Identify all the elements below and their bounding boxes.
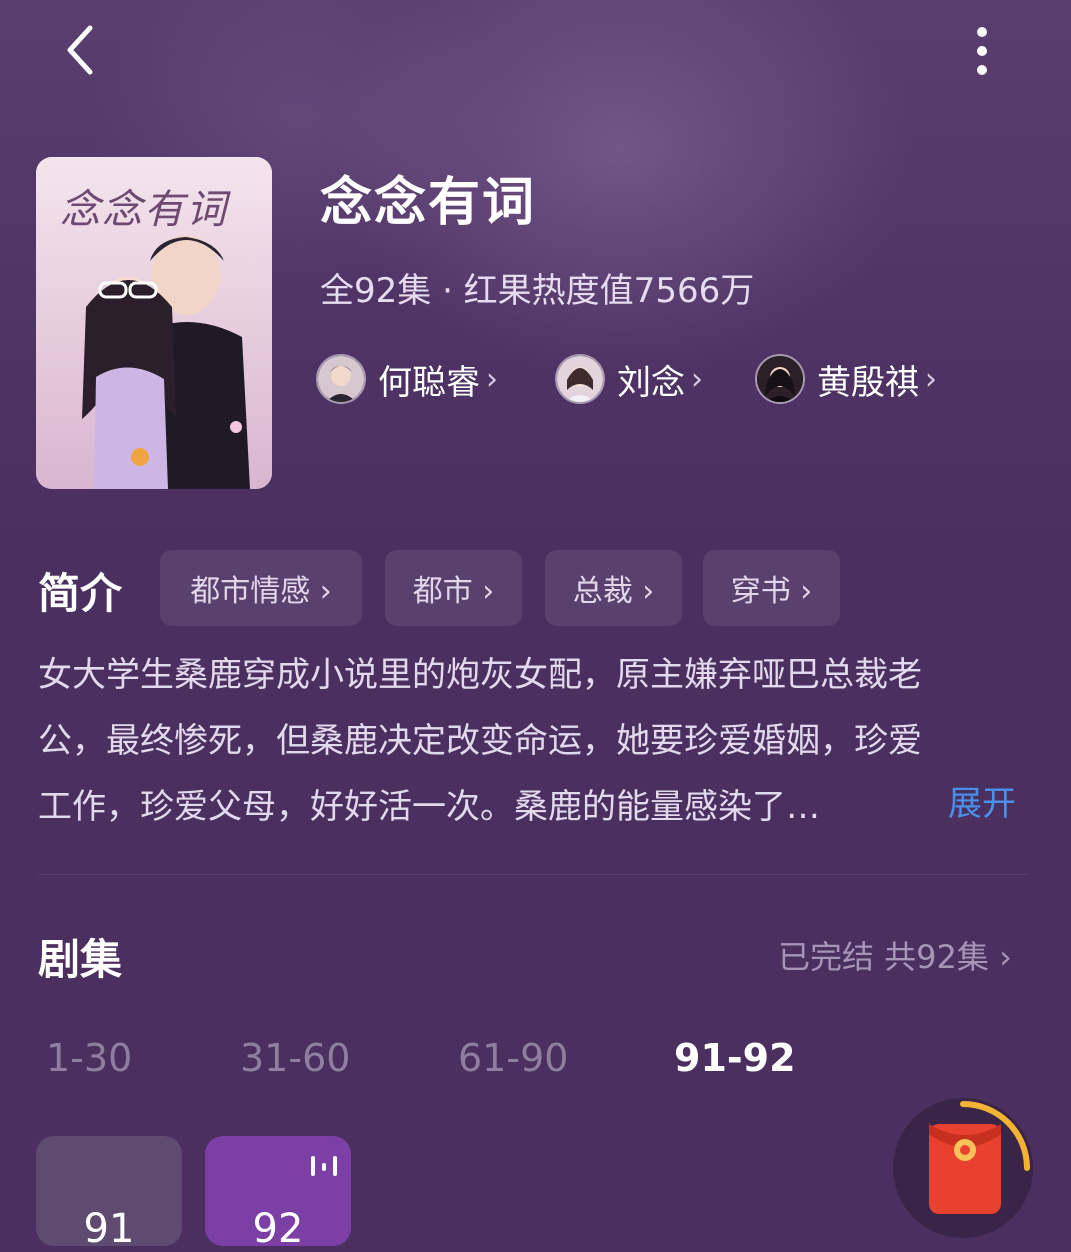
drama-poster[interactable]: 念念有词 xyxy=(36,157,272,489)
cast-member[interactable]: 黄殷祺 › xyxy=(755,352,937,406)
chevron-right-icon: › xyxy=(486,361,498,397)
cast-name: 刘念 xyxy=(617,362,685,403)
range-tab-active[interactable]: 91-92 xyxy=(674,1036,796,1080)
episode-number: 91 xyxy=(83,1206,135,1252)
cast-member[interactable]: 刘念 › xyxy=(555,352,703,406)
tag-chip[interactable]: 都市情感 › xyxy=(160,550,362,626)
avatar xyxy=(316,354,366,404)
intro-heading: 简介 xyxy=(38,569,123,618)
divider xyxy=(38,874,1028,875)
drama-meta: 全92集 · 红果热度值7566万 xyxy=(320,271,755,311)
more-button[interactable] xyxy=(962,22,1002,82)
range-tab[interactable]: 1-30 xyxy=(46,1036,132,1080)
cast-name: 何聪睿 xyxy=(378,362,480,403)
cast-name: 黄殷祺 xyxy=(817,362,919,403)
episodes-heading: 剧集 xyxy=(38,935,123,984)
chevron-right-icon: › xyxy=(691,361,703,397)
avatar xyxy=(755,354,805,404)
avatar xyxy=(555,354,605,404)
cast-member[interactable]: 何聪睿 › xyxy=(316,352,498,406)
chevron-right-icon: › xyxy=(925,361,937,397)
back-button[interactable] xyxy=(60,22,104,78)
range-tab[interactable]: 61-90 xyxy=(458,1036,568,1080)
episode-number: 92 xyxy=(252,1206,304,1252)
episode-card-playing[interactable]: 92 xyxy=(205,1136,351,1252)
audio-bars-icon xyxy=(311,1156,337,1176)
range-tab[interactable]: 31-60 xyxy=(240,1036,350,1080)
synopsis-line: 女大学生桑鹿穿成小说里的炮灰女配，原主嫌弃哑巴总裁老 xyxy=(38,655,922,695)
red-envelope-button[interactable] xyxy=(893,1098,1033,1238)
episode-status-link[interactable]: 已完结 共92集 › xyxy=(778,932,1012,978)
more-vertical-icon xyxy=(977,27,987,75)
synopsis: 女大学生桑鹿穿成小说里的炮灰女配，原主嫌弃哑巴总裁老 公，最终惨死，但桑鹿决定改… xyxy=(38,642,1028,840)
episode-card[interactable]: 91 xyxy=(36,1136,182,1252)
tag-chip[interactable]: 总裁 › xyxy=(545,550,682,626)
tag-chip[interactable]: 都市 › xyxy=(385,550,522,626)
poster-title: 念念有词 xyxy=(60,187,228,233)
synopsis-line: 公，最终惨死，但桑鹿决定改变命运，她要珍爱婚姻，珍爱 xyxy=(38,721,922,761)
synopsis-line: 工作，珍爱父母，好好活一次。桑鹿的能量感染了… xyxy=(38,787,820,827)
drama-title: 念念有词 xyxy=(320,173,537,233)
expand-link[interactable]: 展开 xyxy=(948,776,1016,825)
tag-chip[interactable]: 穿书 › xyxy=(703,550,840,626)
chevron-left-icon xyxy=(67,25,93,75)
red-envelope-icon xyxy=(929,1101,1030,1214)
